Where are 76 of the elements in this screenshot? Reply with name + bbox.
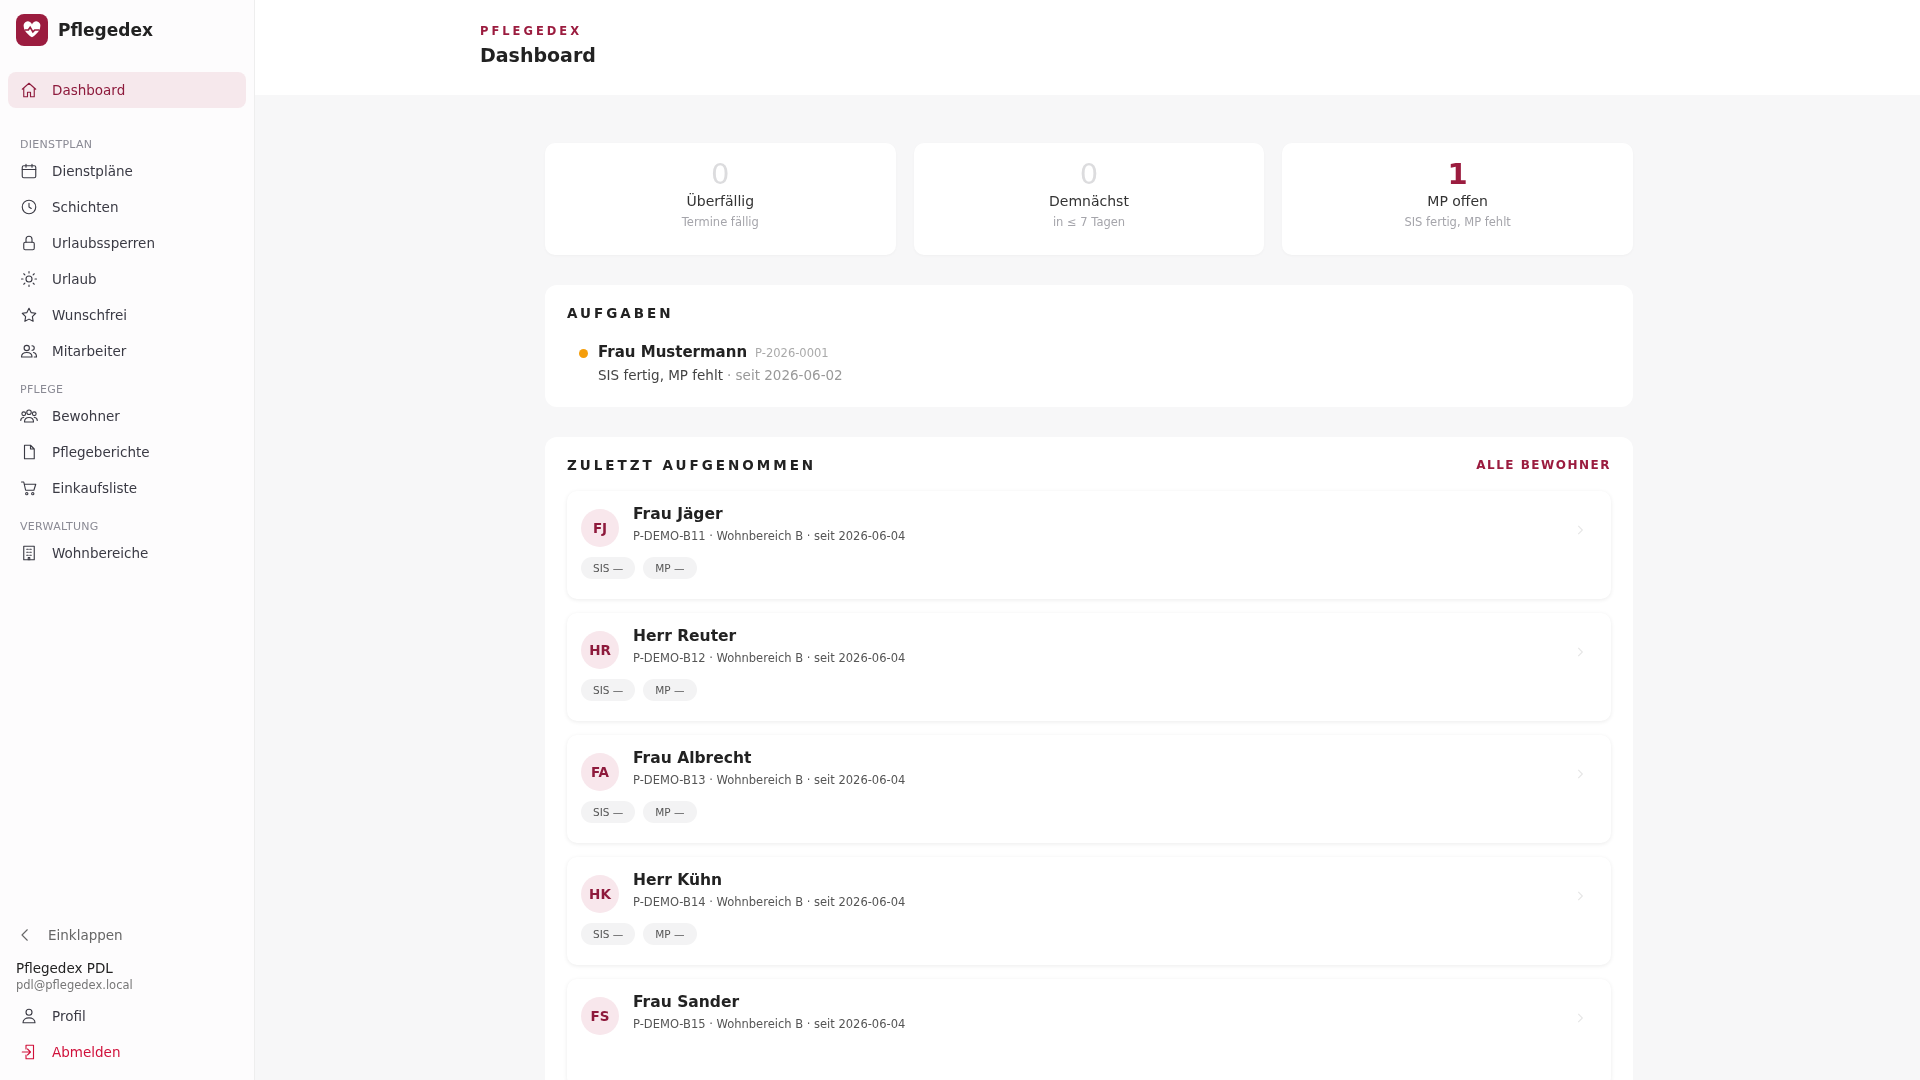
star-icon: [20, 306, 38, 324]
avatar: FS: [581, 997, 619, 1035]
resident-name: Herr Reuter: [633, 627, 738, 645]
nav-item[interactable]: Mitarbeiter: [8, 333, 246, 369]
status-tag: MP —: [643, 679, 697, 701]
resident-name: Frau Sander: [633, 993, 741, 1011]
nav-item[interactable]: Pflegeberichte: [8, 434, 246, 470]
task-id: P-2026-0001: [755, 346, 829, 360]
status-tag: MP —: [643, 557, 697, 579]
nav-item[interactable]: Wohnbereiche: [8, 535, 246, 571]
resident-card[interactable]: FS Frau Sander P-DEMO-B15 · Wohnbereich B · seit 2026-06-04: [567, 979, 1611, 1080]
nav-item[interactable]: Urlaub: [8, 261, 246, 297]
resident-card[interactable]: HK Herr Kühn P-DEMO-B14 · Wohnbereich B · seit 2026-06-04 SIS — MP —: [567, 857, 1611, 965]
avatar: HR: [581, 631, 619, 669]
resident-name: Frau Albrecht: [633, 749, 753, 767]
nav-item[interactable]: Dienstpläne: [8, 153, 246, 189]
task-date: · seit 2026-06-02: [726, 367, 843, 383]
group-icon: [20, 407, 38, 425]
task-name[interactable]: Frau Mustermann: [598, 343, 748, 361]
people-icon: [20, 342, 38, 360]
stat-label: Demnächst: [1049, 192, 1129, 209]
profile-link[interactable]: Profil: [8, 998, 246, 1034]
status-tag: SIS —: [581, 679, 636, 701]
resident-name: Frau Jäger: [633, 505, 724, 523]
brand-name: Pflegedex: [58, 20, 153, 40]
sun-icon: [20, 270, 38, 288]
lock-icon: [20, 234, 38, 252]
status-tag: SIS —: [581, 557, 636, 579]
collapse-button[interactable]: Einklappen: [8, 918, 246, 952]
nav-item[interactable]: Dashboard: [8, 72, 246, 108]
panel-title: AUFGABEN: [567, 305, 675, 321]
home-icon: [20, 81, 38, 99]
page-title: Dashboard: [480, 44, 597, 66]
section-heading: PFLEGE: [19, 383, 65, 396]
task-status: SIS fertig, MP fehlt: [598, 367, 723, 383]
resident-details: P-DEMO-B12 · Wohnbereich B · seit 2026-06-04: [633, 651, 907, 665]
avatar: FJ: [581, 509, 619, 547]
resident-details: P-DEMO-B11 · Wohnbereich B · seit 2026-06-04: [633, 529, 907, 543]
building-icon: [20, 544, 38, 562]
stat-label: Überfällig: [686, 192, 755, 209]
panel-title: ZULETZT AUFGENOMMEN: [567, 457, 817, 473]
clock-icon: [20, 198, 38, 216]
stat-caption: Termine fällig: [681, 214, 759, 229]
status-tag: SIS —: [581, 923, 636, 945]
resident-card[interactable]: FJ Frau Jäger P-DEMO-B11 · Wohnbereich B · seit 2026-06-04 SIS — MP —: [567, 491, 1611, 599]
resident-details: P-DEMO-B13 · Wohnbereich B · seit 2026-06-04: [633, 773, 907, 787]
avatar: HK: [581, 875, 619, 913]
stat-label: MP offen: [1427, 192, 1488, 209]
cart-icon: [20, 479, 38, 497]
logout-link[interactable]: Abmelden: [8, 1034, 246, 1070]
status-tag: MP —: [643, 801, 697, 823]
nav-item[interactable]: Urlaubssperren: [8, 225, 246, 261]
status-tag: SIS —: [581, 801, 636, 823]
resident-card[interactable]: FA Frau Albrecht P-DEMO-B13 · Wohnbereich B · seit 2026-06-04 SIS — MP —: [567, 735, 1611, 843]
stat-caption: in ≤ 7 Tagen: [1052, 214, 1126, 229]
status-tag: MP —: [643, 923, 697, 945]
calendar-icon: [20, 162, 38, 180]
user-name: Pflegedex PDL: [15, 960, 114, 976]
section-heading: VERWALTUNG: [19, 520, 100, 533]
section-heading: DIENSTPLAN: [19, 138, 94, 151]
resident-details: P-DEMO-B14 · Wohnbereich B · seit 2026-06-04: [633, 895, 907, 909]
resident-card[interactable]: HR Herr Reuter P-DEMO-B12 · Wohnbereich B · seit 2026-06-04 SIS — MP —: [567, 613, 1611, 721]
stat-value: 1: [1447, 159, 1468, 191]
all-residents-link[interactable]: ALLE BEWOHNER: [1476, 458, 1611, 472]
nav-item[interactable]: Bewohner: [8, 398, 246, 434]
logo-icon: [16, 14, 48, 46]
app-label: PFLEGEDEX: [480, 24, 584, 38]
resident-details: P-DEMO-B15 · Wohnbereich B · seit 2026-06-04: [633, 1017, 907, 1031]
user-email: pdl@pflegedex.local: [15, 977, 134, 994]
nav-item[interactable]: Einkaufsliste: [8, 470, 246, 506]
avatar: FA: [581, 753, 619, 791]
stat-caption: SIS fertig, MP fehlt: [1404, 214, 1511, 229]
resident-name: Herr Kühn: [633, 871, 723, 889]
nav-item[interactable]: Wunschfrei: [8, 297, 246, 333]
nav-item[interactable]: Schichten: [8, 189, 246, 225]
person-icon: [20, 1007, 38, 1025]
